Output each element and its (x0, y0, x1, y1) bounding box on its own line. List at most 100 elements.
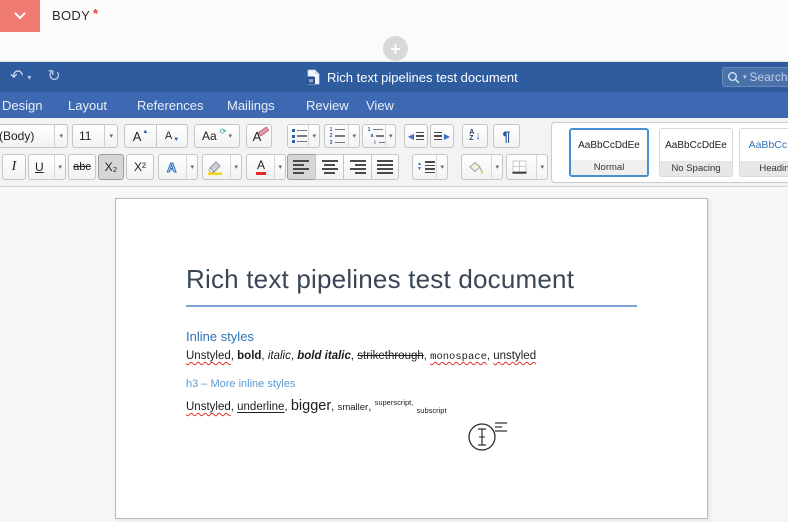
tab-mailings[interactable]: Mailings (227, 92, 275, 118)
sort-button[interactable]: AZ ↓ (462, 124, 488, 148)
body-tag-button[interactable] (0, 0, 40, 32)
text-run: smaller (338, 402, 369, 413)
doc-heading3[interactable]: h3 – More inline styles (186, 378, 637, 390)
font-name-select[interactable]: (Body) ▾ (0, 124, 68, 148)
font-size-select[interactable]: 11 ▾ (72, 124, 118, 148)
increase-indent-button[interactable]: ▶ (430, 124, 454, 148)
undo-icon[interactable]: ↶ (10, 69, 23, 85)
align-center-button[interactable] (315, 154, 343, 180)
tab-view[interactable]: View (366, 92, 394, 118)
search-icon (727, 71, 740, 84)
font-color-button[interactable]: A ▾ (246, 154, 286, 180)
grow-font-button[interactable]: A ▲ (124, 124, 156, 148)
ribbon: (Body) ▾ 11 ▾ A ▲ A ▼ Aa ⟳ ▾ A (0, 118, 788, 187)
italic-button[interactable]: I (2, 154, 26, 180)
bullet-list-icon (292, 129, 307, 143)
document-title: Rich text pipelines test document (327, 70, 518, 85)
doc-line1[interactable]: Unstyled, bold, italic, bold italic, str… (186, 349, 637, 365)
arrow-right-icon: ▶ (444, 132, 450, 141)
font-color-a-icon: A (256, 159, 266, 175)
text-effects-button[interactable]: A ▾ (158, 154, 198, 180)
plus-icon: + (390, 40, 401, 58)
sort-az-icon: AZ (469, 130, 474, 143)
shading-caret-icon[interactable]: ▾ (491, 155, 502, 179)
borders-grid-icon (512, 160, 527, 174)
style-no-spacing[interactable]: AaBbCcDdEe No Spacing (659, 128, 733, 177)
document-canvas: Rich text pipelines test document Inline… (0, 187, 788, 522)
change-case-caret-icon: ▾ (228, 132, 232, 140)
borders-caret-icon[interactable]: ▾ (536, 155, 547, 179)
title-bar: ↶ ▾ ↻ w Rich text pipelines test documen… (0, 62, 788, 92)
change-case-button[interactable]: Aa ⟳ ▾ (194, 124, 240, 148)
undo-dropdown-icon[interactable]: ▾ (27, 73, 31, 82)
text-run: strikethrough (357, 350, 423, 362)
search-box[interactable]: ▾ Search (722, 67, 788, 87)
strikethrough-button[interactable]: abc (68, 154, 96, 180)
line-spacing-caret-icon[interactable]: ▾ (436, 155, 447, 179)
bullet-list-caret-icon[interactable]: ▾ (308, 125, 319, 147)
add-button[interactable]: + (383, 36, 408, 61)
font-size-value: 11 (79, 129, 91, 143)
window-title: w Rich text pipelines test document (307, 62, 518, 92)
font-name-value: (Body) (0, 129, 34, 143)
text-run: underline (237, 401, 284, 413)
show-paragraph-marks-button[interactable]: ¶ (493, 124, 520, 148)
text-effects-a-icon: A (167, 160, 176, 175)
tab-references[interactable]: References (137, 92, 203, 118)
top-strip: BODY * + (0, 0, 788, 62)
highlight-caret-icon[interactable]: ▾ (230, 155, 241, 179)
numbered-list-icon: 1 2 3 (329, 128, 345, 145)
clear-formatting-button[interactable]: A (246, 124, 272, 148)
search-scope-caret-icon: ▾ (743, 73, 747, 81)
multilevel-list-button[interactable]: 1 a i ▾ (362, 124, 396, 148)
style-label: Normal (571, 160, 647, 175)
paint-bucket-icon (466, 160, 484, 175)
numbered-list-caret-icon[interactable]: ▾ (348, 125, 359, 147)
superscript-button[interactable]: X² (126, 154, 154, 180)
multilevel-list-caret-icon[interactable]: ▾ (385, 125, 396, 147)
line-spacing-icon: ▲▼ (417, 161, 435, 173)
highlighter-icon (207, 159, 223, 175)
document-page[interactable]: Rich text pipelines test document Inline… (115, 198, 708, 519)
borders-button[interactable]: ▾ (506, 154, 548, 180)
tab-design[interactable]: Design (2, 92, 42, 118)
justify-button[interactable] (371, 154, 399, 180)
align-right-button[interactable] (343, 154, 371, 180)
font-color-caret-icon[interactable]: ▾ (274, 155, 285, 179)
tab-layout[interactable]: Layout (68, 92, 107, 118)
redo-icon[interactable]: ↻ (47, 69, 60, 85)
style-label: Heading 1 (740, 161, 788, 176)
bullet-list-button[interactable]: ▾ (287, 124, 320, 148)
subscript-button[interactable]: X₂ (98, 154, 124, 180)
underline-caret-icon[interactable]: ▾ (54, 155, 65, 179)
text-run: unstyled (493, 350, 536, 362)
app-window: BODY * + ↶ ▾ ↻ w Rich text pipelines tes… (0, 0, 788, 522)
multilevel-list-icon: 1 a i (367, 128, 385, 145)
styles-gallery: AaBbCcDdEe Normal AaBbCcDdEe No Spacing … (551, 122, 788, 183)
doc-title-text[interactable]: Rich text pipelines test document (186, 263, 637, 307)
highlight-button[interactable]: ▾ (202, 154, 242, 180)
triangle-down-icon: ▼ (173, 137, 179, 143)
text-run: subscript (417, 406, 447, 415)
text-effects-caret-icon[interactable]: ▾ (186, 155, 197, 179)
style-normal[interactable]: AaBbCcDdEe Normal (569, 128, 649, 177)
text-run: bigger (291, 398, 331, 414)
underline-button[interactable]: U ▾ (28, 154, 66, 180)
doc-line2[interactable]: Unstyled, underline, bigger, smaller, su… (186, 395, 637, 418)
numbered-list-button[interactable]: 1 2 3 ▾ (324, 124, 360, 148)
align-left-button[interactable] (287, 154, 315, 180)
style-heading-1[interactable]: AaBbCcDdEe Heading 1 (739, 128, 788, 177)
body-tag-label: BODY (52, 8, 90, 23)
case-cycle-icon: ⟳ (220, 127, 227, 136)
quick-access-toolbar: ↶ ▾ ↻ (10, 62, 61, 92)
decrease-indent-button[interactable]: ◀ (404, 124, 428, 148)
shrink-font-button[interactable]: A ▼ (156, 124, 188, 148)
tab-review[interactable]: Review (306, 92, 349, 118)
text-cursor-icon (461, 414, 511, 456)
doc-heading2[interactable]: Inline styles (186, 329, 637, 344)
text-run: monospace (430, 351, 487, 363)
line-spacing-button[interactable]: ▲▼ ▾ (412, 154, 448, 180)
search-placeholder: Search (750, 70, 788, 84)
font-size-caret-icon: ▾ (104, 125, 117, 147)
shading-button[interactable]: ▾ (461, 154, 503, 180)
